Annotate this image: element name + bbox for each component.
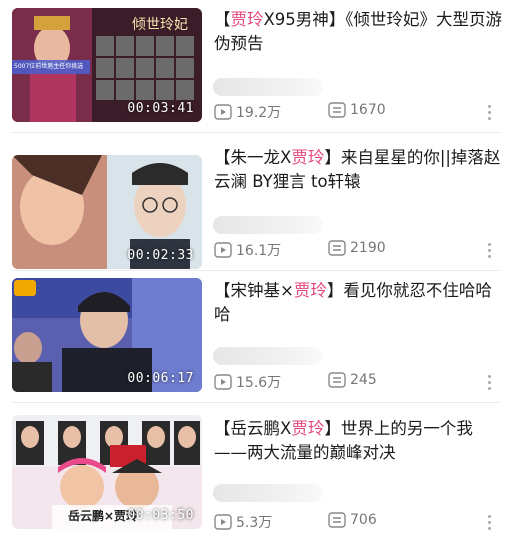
- video-item[interactable]: 岳云鹏×贾玲 00:03:50 【岳云鹏X贾玲】世界上的另一个我——两大流量的巅…: [0, 408, 513, 533]
- divider: [12, 132, 501, 133]
- thumbnail-banner-text: 倾世玲妃: [132, 17, 188, 33]
- comment-count: 245: [328, 372, 377, 388]
- video-title[interactable]: 【宋钟基×贾玲】看见你就忍不住哈哈哈: [214, 279, 504, 327]
- title-prefix: 【朱一龙X: [214, 148, 292, 167]
- view-count: 19.2万: [214, 102, 281, 122]
- video-duration: 00:03:41: [127, 101, 194, 116]
- view-count-text: 5.3万: [236, 515, 273, 531]
- video-thumbnail[interactable]: 倾世玲妃 5007位前世男主任你挑选 00:03:41: [12, 8, 202, 122]
- comment-count-text: 1670: [350, 102, 386, 118]
- view-count-text: 19.2万: [236, 105, 282, 121]
- uploader-name-blurred: [213, 347, 323, 365]
- view-count-text: 16.1万: [236, 243, 282, 259]
- more-vertical-icon[interactable]: [482, 102, 496, 122]
- view-count: 15.6万: [214, 372, 281, 392]
- comment-count-text: 245: [350, 372, 377, 388]
- video-item[interactable]: 倾世玲妃 5007位前世男主任你挑选 00:03:41 【贾玲X95男神】《倾世…: [0, 0, 513, 125]
- video-title[interactable]: 【贾玲X95男神】《倾世玲妃》大型页游伪预告: [214, 8, 504, 56]
- more-vertical-icon[interactable]: [482, 240, 496, 260]
- danmaku-icon: [328, 372, 346, 388]
- divider: [12, 270, 501, 271]
- video-item[interactable]: 00:02:33 【朱一龙X贾玲】来自星星的你||掉落赵云澜 BY狸言 to轩辕…: [0, 138, 513, 269]
- video-thumbnail[interactable]: 00:06:17: [12, 278, 202, 392]
- uploader-name-blurred: [213, 78, 323, 96]
- video-duration: 00:02:33: [127, 248, 194, 263]
- video-duration: 00:03:50: [127, 508, 194, 523]
- play-count-icon: [214, 514, 232, 530]
- video-title[interactable]: 【朱一龙X贾玲】来自星星的你||掉落赵云澜 BY狸言 to轩辕: [214, 146, 504, 194]
- title-highlight: 贾玲: [230, 10, 264, 29]
- play-count-icon: [214, 374, 232, 390]
- divider: [12, 402, 501, 403]
- view-count-text: 15.6万: [236, 375, 282, 391]
- video-duration: 00:06:17: [127, 371, 194, 386]
- comment-count: 706: [328, 512, 377, 528]
- danmaku-icon: [328, 512, 346, 528]
- uploader-name-blurred: [213, 216, 323, 234]
- more-vertical-icon[interactable]: [482, 372, 496, 392]
- more-vertical-icon[interactable]: [482, 512, 496, 532]
- title-highlight: 贾玲: [293, 281, 327, 300]
- comment-count-text: 2190: [350, 240, 386, 256]
- video-item[interactable]: 00:06:17 【宋钟基×贾玲】看见你就忍不住哈哈哈 15.6万 245: [0, 272, 513, 397]
- thumbnail-side-text: 5007位前世男主任你挑选: [14, 63, 84, 70]
- title-highlight: 贾玲: [291, 148, 325, 167]
- title-prefix: 【岳云鹏X: [214, 419, 292, 438]
- comment-count: 1670: [328, 102, 386, 118]
- title-prefix: 【: [214, 10, 231, 29]
- video-stats: 15.6万 245: [214, 372, 504, 392]
- title-prefix: 【宋钟基×: [214, 281, 294, 300]
- danmaku-icon: [328, 102, 346, 118]
- video-stats: 5.3万 706: [214, 512, 504, 532]
- comment-count-text: 706: [350, 512, 377, 528]
- view-count: 16.1万: [214, 240, 281, 260]
- video-stats: 16.1万 2190: [214, 240, 504, 260]
- view-count: 5.3万: [214, 512, 272, 532]
- title-highlight: 贾玲: [291, 419, 325, 438]
- video-thumbnail[interactable]: 00:02:33: [12, 155, 202, 269]
- video-thumbnail[interactable]: 岳云鹏×贾玲 00:03:50: [12, 415, 202, 529]
- video-stats: 19.2万 1670: [214, 102, 504, 122]
- video-title[interactable]: 【岳云鹏X贾玲】世界上的另一个我——两大流量的巅峰对决: [214, 417, 504, 465]
- danmaku-icon: [328, 240, 346, 256]
- play-count-icon: [214, 242, 232, 258]
- uploader-name-blurred: [213, 484, 323, 502]
- play-count-icon: [214, 104, 232, 120]
- comment-count: 2190: [328, 240, 386, 256]
